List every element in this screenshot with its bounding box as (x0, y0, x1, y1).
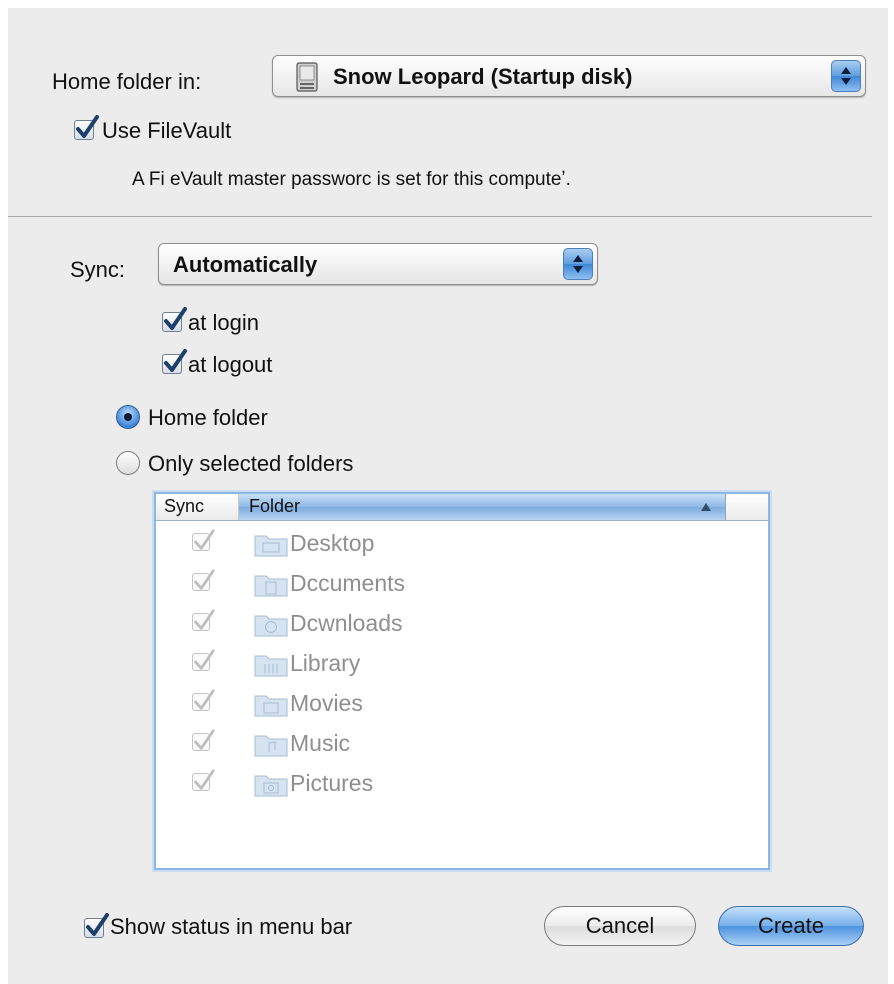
popup-stepper-icon (563, 248, 593, 280)
documents-folder-icon (254, 575, 288, 597)
folder-name: Pictures (290, 770, 374, 796)
folder-name: Movies (290, 690, 363, 716)
sort-ascending-icon (701, 503, 711, 511)
sync-column-header[interactable]: Sync (156, 494, 239, 520)
create-button[interactable]: Create (718, 906, 864, 946)
folder-row-library: Library (156, 644, 768, 684)
folder-name: Dcwnloads (290, 610, 403, 636)
sync-label: Sync: (70, 257, 126, 282)
checkmark-icon (164, 307, 187, 330)
folder-row-downloads: Dcwnloads (156, 604, 768, 644)
folder-name: Music (290, 730, 351, 756)
folder-row-movies: Movies (156, 684, 768, 724)
folder-row-desktop: Desktop (156, 524, 768, 564)
show-status-label: Show status in menu bar (110, 914, 353, 939)
folder-name: Desktop (290, 530, 375, 556)
folder-sync-checkbox (192, 609, 215, 631)
filevault-note: A Fi eVault master passworc is set for t… (132, 169, 571, 190)
home-folder-disk-value: Snow Leopard (Startup disk) (333, 64, 633, 89)
checkmark-icon (86, 913, 109, 936)
folder-list[interactable]: Sync Folder Desktop Dccuments Dcwnloads … (154, 492, 770, 870)
folder-sync-checkbox (192, 689, 215, 711)
mobile-account-dialog: Home folder in: Snow Leopard (Startup di… (8, 8, 888, 984)
sync-at-logout-checkbox[interactable] (162, 349, 187, 374)
home-folder-radio-label: Home folder (148, 405, 268, 430)
folder-list-header: Sync Folder (156, 494, 768, 521)
desktop-folder-icon (254, 535, 288, 557)
sync-at-login-checkbox[interactable] (162, 307, 187, 332)
folder-sync-checkbox (192, 649, 215, 671)
popup-stepper-icon (831, 60, 861, 92)
movies-folder-icon (254, 695, 288, 717)
library-folder-icon (254, 655, 288, 677)
sync-mode-value: Automatically (173, 252, 318, 277)
home-folder-radio[interactable] (116, 405, 140, 429)
checkmark-icon (194, 729, 215, 750)
home-folder-disk-popup[interactable]: Snow Leopard (Startup disk) (272, 55, 866, 97)
folder-name: Dccuments (290, 570, 406, 596)
downloads-folder-icon (254, 615, 288, 637)
home-folder-label: Home folder in: (52, 69, 202, 94)
music-folder-icon (254, 735, 288, 757)
folder-row-pictures: Pictures (156, 764, 768, 804)
checkmark-icon (194, 609, 215, 630)
hard-drive-icon (293, 62, 321, 92)
checkmark-icon (194, 769, 215, 790)
checkmark-icon (194, 689, 215, 710)
use-filevault-label: Use FileVault (102, 118, 232, 143)
sync-at-logout-label: at logout (188, 352, 273, 377)
folder-sync-checkbox (192, 769, 215, 791)
show-status-checkbox[interactable] (84, 913, 109, 938)
folder-row-documents: Dccuments (156, 564, 768, 604)
checkmark-icon (164, 349, 187, 372)
folder-column-header[interactable]: Folder (239, 494, 726, 520)
folder-sync-checkbox (192, 729, 215, 751)
checkmark-icon (194, 649, 215, 670)
cancel-button[interactable]: Cancel (544, 906, 696, 946)
pictures-folder-icon (254, 775, 288, 797)
folder-row-music: Music (156, 724, 768, 764)
sync-mode-popup[interactable]: Automatically (158, 243, 598, 285)
folder-sync-checkbox (192, 569, 215, 591)
checkmark-icon (194, 529, 215, 550)
folder-sync-checkbox (192, 529, 215, 551)
only-selected-folders-radio[interactable] (116, 451, 140, 475)
use-filevault-checkbox[interactable] (74, 115, 99, 140)
checkmark-icon (194, 569, 215, 590)
checkmark-icon (76, 115, 99, 138)
sync-at-login-label: at login (188, 310, 259, 335)
folder-name: Library (290, 650, 361, 676)
only-selected-folders-label: Only selected folders (148, 451, 354, 476)
section-divider (8, 216, 872, 217)
